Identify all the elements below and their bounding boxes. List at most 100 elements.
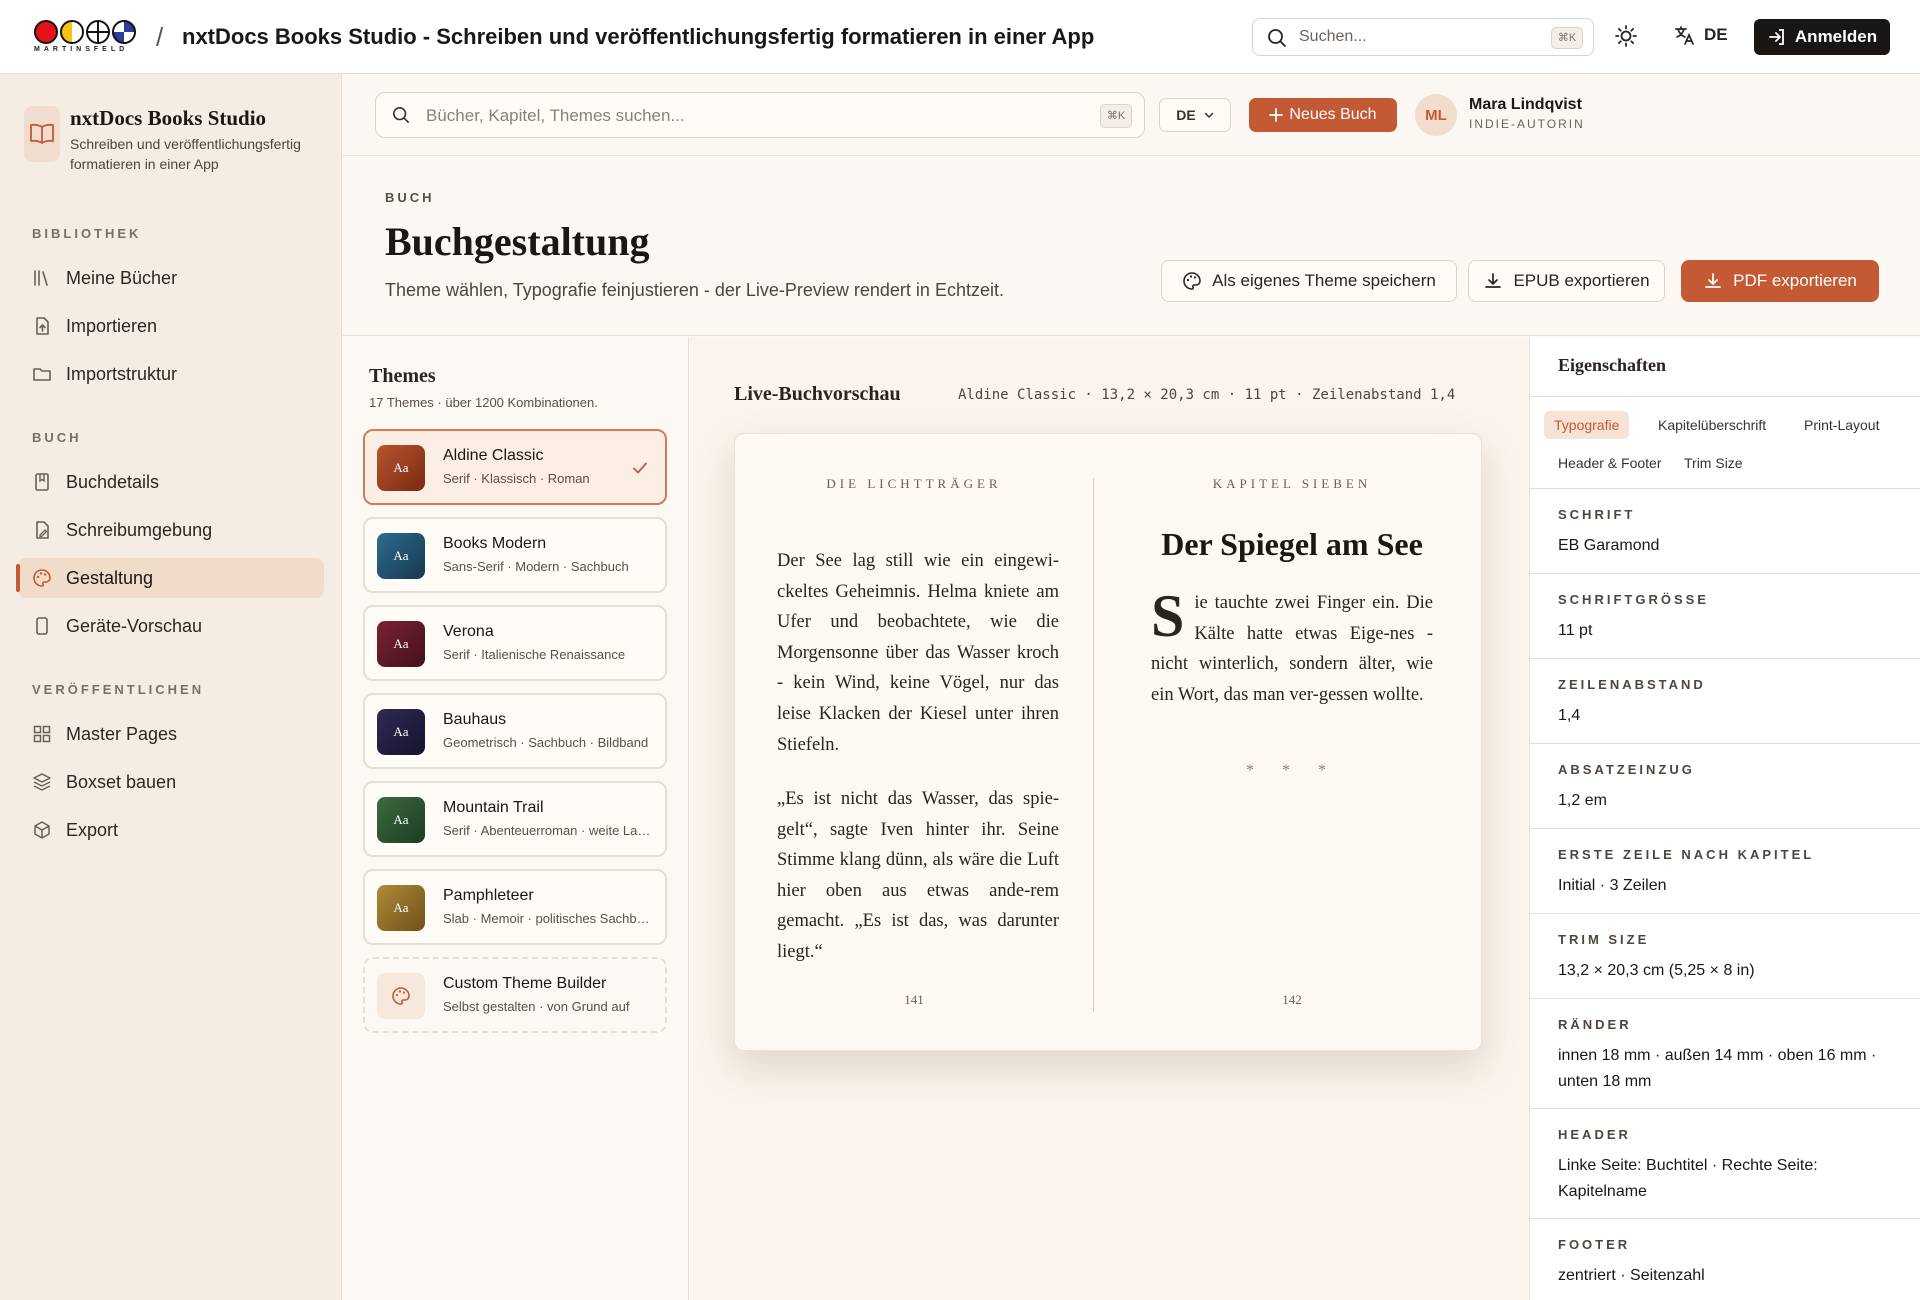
- theme-meta: Serif · Italienische Renaissance: [443, 647, 626, 662]
- prop-value: 11 pt: [1558, 622, 1593, 639]
- pdf-export-button[interactable]: PDF exportieren: [1681, 260, 1879, 302]
- prop-footer[interactable]: FOOTER zentriert · Seitenzahl: [1530, 1219, 1920, 1300]
- language-toggle[interactable]: DE: [1674, 24, 1728, 46]
- prop-erste-zeile[interactable]: ERSTE ZEILE NACH KAPITEL Initial · 3 Zei…: [1530, 829, 1920, 914]
- section-label-buch: BUCH: [32, 430, 82, 445]
- prop-absatzeinzug[interactable]: ABSATZEINZUG 1,2 em: [1530, 744, 1920, 829]
- language-select[interactable]: DE: [1159, 98, 1231, 132]
- language-label: DE: [1704, 25, 1728, 44]
- sidebar-item-label: Importieren: [66, 315, 158, 336]
- prop-value: 1,4: [1558, 707, 1581, 724]
- epub-export-button[interactable]: EPUB exportieren: [1468, 260, 1665, 302]
- page-title: Buchgestaltung: [385, 219, 650, 264]
- download-icon: [1483, 271, 1503, 291]
- prop-value: innen 18 mm · außen 14 mm · oben 16 mm ·…: [1558, 1047, 1877, 1090]
- theme-swatch: Aa: [377, 885, 425, 931]
- theme-swatch: Aa: [377, 533, 425, 579]
- prop-label: RÄNDER: [1558, 1017, 1632, 1032]
- custom-theme-builder[interactable]: Custom Theme Builder Selbst gestalten · …: [363, 957, 667, 1033]
- prop-value: zentriert · Seitenzahl: [1558, 1267, 1705, 1284]
- palette-icon: [377, 973, 425, 1019]
- sidebar-item-boxset-bauen[interactable]: Boxset bauen: [18, 762, 324, 802]
- book-icon: [32, 472, 52, 492]
- check-icon: [631, 459, 649, 477]
- new-book-button[interactable]: Neues Buch: [1249, 98, 1397, 132]
- theme-name: Verona: [443, 623, 494, 640]
- pdf-export-label: PDF exportieren: [1733, 271, 1857, 290]
- prop-schriftgroesse[interactable]: SCHRIFTGRÖSSE 11 pt: [1530, 574, 1920, 659]
- book-spine: [1093, 478, 1094, 1012]
- prop-raender[interactable]: RÄNDER innen 18 mm · außen 14 mm · oben …: [1530, 999, 1920, 1109]
- sidebar-item-label: Gestaltung: [66, 567, 154, 588]
- sidebar-item-meine-buecher[interactable]: Meine Bücher: [18, 258, 324, 298]
- prop-header[interactable]: HEADER Linke Seite: Buchtitel · Rechte S…: [1530, 1109, 1920, 1219]
- palette-icon: [32, 568, 52, 588]
- logo-circle-yellow: [60, 20, 84, 44]
- theme-swatch: Aa: [377, 621, 425, 667]
- page-subtitle: Theme wählen, Typografie feinjustieren -…: [385, 280, 1004, 300]
- login-button[interactable]: Anmelden: [1754, 19, 1890, 55]
- device-icon: [32, 616, 52, 636]
- prop-value: EB Garamond: [1558, 537, 1660, 554]
- properties-panel: Eigenschaften Typografie Kapitelüberschr…: [1529, 337, 1920, 1300]
- app-title[interactable]: nxtDocs Books Studio - Schreiben und ver…: [182, 24, 1094, 50]
- tab-kapitelueberschrift[interactable]: Kapitelüberschrift: [1648, 411, 1776, 439]
- page-eyebrow: BUCH: [385, 190, 435, 205]
- prop-value: 1,2 em: [1558, 792, 1607, 809]
- breadcrumb-separator: /: [156, 22, 164, 52]
- tab-trim-size[interactable]: Trim Size: [1674, 449, 1753, 477]
- search-icon: [392, 106, 410, 124]
- user-name: Mara Lindqvist: [1469, 96, 1582, 113]
- prop-label: ZEILENABSTAND: [1558, 677, 1706, 692]
- theme-card-bauhaus[interactable]: Aa Bauhaus Geometrisch · Sachbuch · Bild…: [363, 693, 667, 769]
- tab-header-footer[interactable]: Header & Footer: [1548, 449, 1672, 477]
- sidebar-item-export[interactable]: Export: [18, 810, 324, 850]
- themes-subtitle: 17 Themes · über 1200 Kombinationen.: [369, 395, 598, 410]
- theme-card-aldine-classic[interactable]: Aa Aldine Classic Serif · Klassisch · Ro…: [363, 429, 667, 505]
- login-icon: [1767, 27, 1787, 47]
- global-search[interactable]: Suchen... ⌘K: [1252, 18, 1594, 56]
- sidebar-item-gestaltung[interactable]: Gestaltung: [16, 558, 324, 598]
- sidebar: nxtDocs Books Studio Schreiben und veröf…: [0, 74, 342, 1300]
- theme-card-books-modern[interactable]: Aa Books Modern Sans-Serif · Modern · Sa…: [363, 517, 667, 593]
- theme-toggle[interactable]: [1614, 24, 1638, 48]
- content-search[interactable]: Bücher, Kapitel, Themes suchen... ⌘K: [375, 92, 1145, 138]
- prop-label: TRIM SIZE: [1558, 932, 1650, 947]
- folder-icon: [32, 364, 52, 384]
- tab-typografie[interactable]: Typografie: [1544, 411, 1630, 439]
- sidebar-item-importieren[interactable]: Importieren: [18, 306, 324, 346]
- prop-value: Linke Seite: Buchtitel · Rechte Seite: K…: [1558, 1157, 1818, 1200]
- avatar[interactable]: ML: [1415, 94, 1457, 136]
- logo-text: MARTINSFELD: [34, 46, 129, 53]
- theme-swatch: Aa: [377, 709, 425, 755]
- book-spread[interactable]: DIE LICHTTRÄGER KAPITEL SIEBEN Der See l…: [734, 433, 1482, 1051]
- prop-schrift[interactable]: SCHRIFT EB Garamond: [1530, 489, 1920, 574]
- sidebar-item-geraete-vorschau[interactable]: Geräte-Vorschau: [18, 606, 324, 646]
- theme-meta: Slab · Memoir · politisches Sachbuch: [443, 911, 655, 926]
- properties-tabs: Typografie Kapitelüberschrift Print-Layo…: [1530, 397, 1920, 489]
- section-ornament: * * *: [1246, 762, 1338, 779]
- preview-meta: Aldine Classic · 13,2 × 20,3 cm · 11 pt …: [958, 387, 1456, 403]
- tab-print-layout[interactable]: Print-Layout: [1794, 411, 1889, 439]
- language-select-value: DE: [1176, 107, 1196, 123]
- theme-card-mountain-trail[interactable]: Aa Mountain Trail Serif · Abenteuerroman…: [363, 781, 667, 857]
- sidebar-item-importstruktur[interactable]: Importstruktur: [18, 354, 324, 394]
- sidebar-item-schreibumgebung[interactable]: Schreibumgebung: [18, 510, 324, 550]
- prop-label: ABSATZEINZUG: [1558, 762, 1695, 777]
- sidebar-item-buchdetails[interactable]: Buchdetails: [18, 462, 324, 502]
- properties-header: Eigenschaften: [1530, 337, 1920, 397]
- martinsfeld-logo[interactable]: MARTINSFELD: [34, 20, 138, 56]
- theme-card-pamphleteer[interactable]: Aa Pamphleteer Slab · Memoir · politisch…: [363, 869, 667, 945]
- save-theme-button[interactable]: Als eigenes Theme speichern: [1161, 260, 1457, 302]
- preview-panel: Live-Buchvorschau Aldine Classic · 13,2 …: [690, 337, 1528, 1300]
- prop-zeilenabstand[interactable]: ZEILENABSTAND 1,4: [1530, 659, 1920, 744]
- theme-card-verona[interactable]: Aa Verona Serif · Italienische Renaissan…: [363, 605, 667, 681]
- sidebar-item-master-pages[interactable]: Master Pages: [18, 714, 324, 754]
- prop-label: ERSTE ZEILE NACH KAPITEL: [1558, 847, 1815, 862]
- prop-label: SCHRIFTGRÖSSE: [1558, 592, 1709, 607]
- layers-icon: [32, 772, 52, 792]
- prop-value: Initial · 3 Zeilen: [1558, 877, 1667, 894]
- theme-swatch: Aa: [377, 797, 425, 843]
- prop-trim-size[interactable]: TRIM SIZE 13,2 × 20,3 cm (5,25 × 8 in): [1530, 914, 1920, 999]
- content-search-shortcut: ⌘K: [1100, 104, 1132, 128]
